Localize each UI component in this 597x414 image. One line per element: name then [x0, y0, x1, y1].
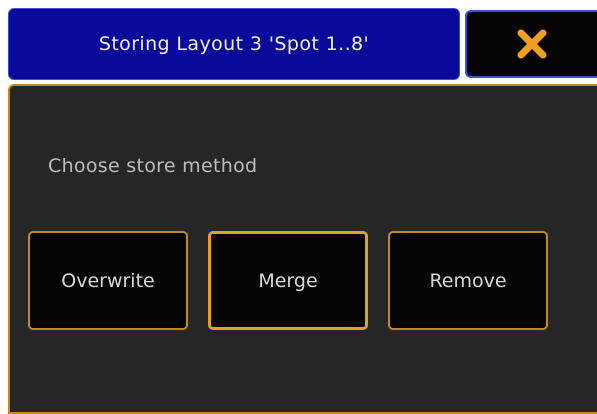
dialog-title-bar: Storing Layout 3 'Spot 1..8' [8, 8, 460, 80]
close-button[interactable] [465, 10, 597, 78]
overwrite-button[interactable]: Overwrite [28, 231, 188, 330]
dialog-body: Choose store method Overwrite Merge Remo… [8, 84, 597, 414]
dialog-title: Storing Layout 3 'Spot 1..8' [98, 33, 370, 55]
merge-button[interactable]: Merge [208, 231, 368, 330]
remove-button[interactable]: Remove [388, 231, 548, 330]
store-method-prompt: Choose store method [48, 155, 258, 177]
close-x-icon [516, 28, 548, 60]
